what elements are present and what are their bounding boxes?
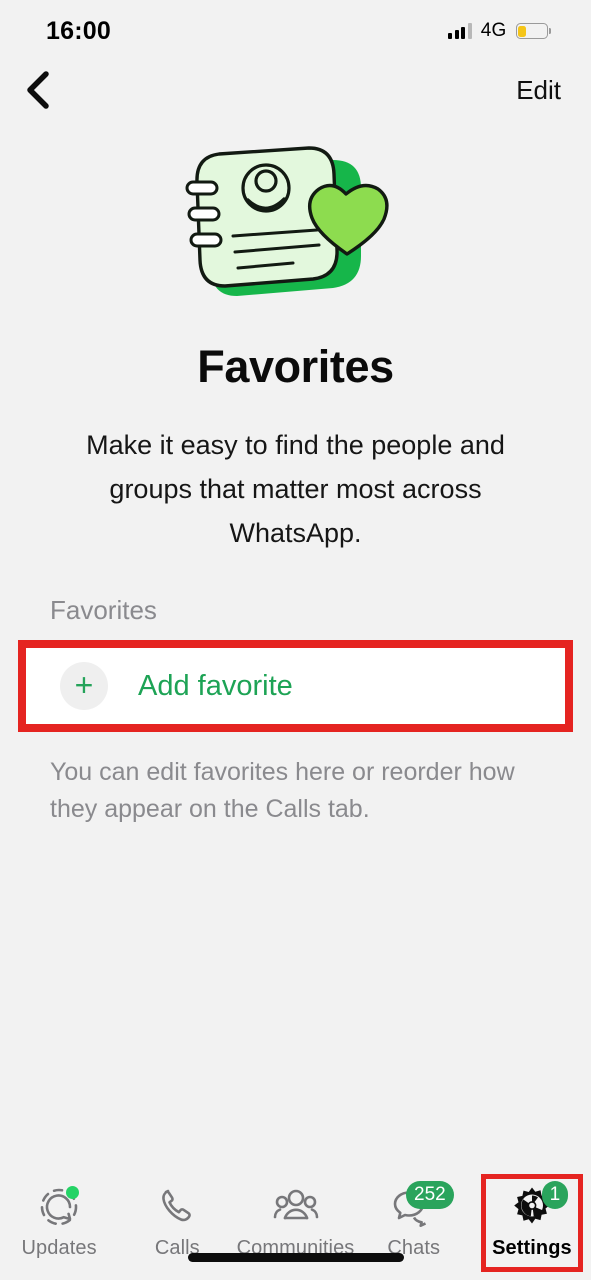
phone-icon xyxy=(149,1184,205,1230)
communities-people-icon xyxy=(268,1184,324,1230)
favorites-contact-card-heart-illustration xyxy=(185,146,389,296)
updates-badge-dot xyxy=(66,1186,80,1199)
status-time: 16:00 xyxy=(46,16,111,45)
status-indicators: 4G xyxy=(448,20,551,42)
home-indicator-bar[interactable] xyxy=(187,1253,404,1262)
favorites-section: Favorites + Add favorite You can edit fa… xyxy=(0,595,591,828)
hero-section: Favorites Make it easy to find the peopl… xyxy=(0,118,591,555)
chats-unread-badge: 252 xyxy=(406,1181,454,1209)
tab-settings-label: Settings xyxy=(492,1237,572,1259)
network-type-label: 4G xyxy=(480,20,507,41)
chevron-left-icon xyxy=(27,71,49,109)
settings-badge: 1 xyxy=(541,1181,568,1209)
navigation-bar: Edit xyxy=(0,62,591,118)
add-favorite-row[interactable]: + Add favorite xyxy=(26,648,565,724)
tab-settings[interactable]: 1 Settings xyxy=(473,1174,591,1272)
signal-bars-icon xyxy=(448,23,472,39)
tab-chats[interactable]: 252 Chats xyxy=(355,1181,473,1260)
whatsapp-favorites-screen: 16:00 4G Edit Favorites Make it easy to … xyxy=(0,0,591,1280)
back-button[interactable] xyxy=(16,68,60,112)
tab-updates-label: Updates xyxy=(21,1237,97,1259)
favorites-section-header: Favorites xyxy=(50,595,157,625)
tab-updates[interactable]: Updates xyxy=(0,1184,118,1260)
battery-low-icon xyxy=(515,23,551,39)
status-bar: 16:00 4G xyxy=(0,0,591,62)
add-favorite-label: Add favorite xyxy=(138,669,293,702)
tab-communities[interactable]: Communities xyxy=(236,1184,354,1260)
page-title: Favorites xyxy=(197,341,394,392)
updates-status-icon xyxy=(31,1184,87,1230)
edit-button[interactable]: Edit xyxy=(514,71,563,110)
gear-icon: 1 xyxy=(504,1181,568,1230)
chat-bubbles-icon: 252 xyxy=(386,1181,454,1230)
add-favorite-highlight-box: + Add favorite xyxy=(18,640,573,732)
bottom-tab-bar: Updates Calls Communities 252 Chats 1 Se… xyxy=(0,1170,591,1280)
plus-icon: + xyxy=(60,662,108,710)
page-description: Make it easy to find the people and grou… xyxy=(86,430,505,548)
plus-glyph: + xyxy=(74,667,94,703)
favorites-footnote: You can edit favorites here or reorder h… xyxy=(50,758,515,823)
tab-calls[interactable]: Calls xyxy=(118,1184,236,1260)
